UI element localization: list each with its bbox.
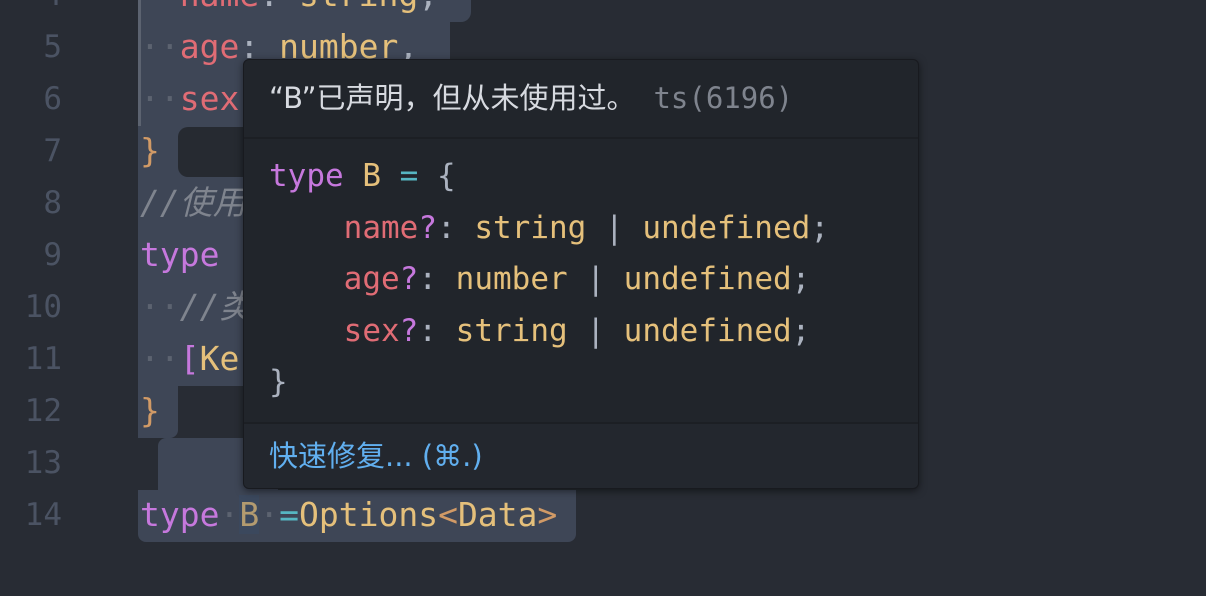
unused-identifier[interactable]: B <box>239 495 260 534</box>
code-line-9[interactable]: type <box>140 229 219 281</box>
line-number: 14 <box>24 497 62 533</box>
field-row: age?: number | undefined; <box>343 261 811 297</box>
line-number-gutter: 4 5 6 7 8 9 10 11 12 13 14 <box>0 0 138 596</box>
line-number: 13 <box>24 445 62 481</box>
code-line-7[interactable]: } <box>140 125 160 177</box>
diagnostic-message: “B”已声明，但从未使用过。 ts(6196) <box>244 60 918 139</box>
code-line-12[interactable]: } <box>140 385 160 437</box>
code-line-11[interactable]: ··[Ke <box>140 333 239 385</box>
line-number: 5 <box>43 29 62 65</box>
diagnostic-code: ts(6196) <box>653 81 794 115</box>
quick-fix-link[interactable]: 快速修复... (⌘.) <box>244 422 918 488</box>
code-line-8[interactable]: //使用 <box>140 177 246 229</box>
code-line-4[interactable]: ··name: string, <box>140 0 438 21</box>
code-line-10[interactable]: ··//类 <box>140 281 253 333</box>
line-number: 8 <box>43 185 62 221</box>
field-row: sex?: string | undefined; <box>343 312 811 349</box>
line-number: 9 <box>43 237 62 273</box>
field-row: name?: string | undefined; <box>343 209 829 246</box>
line-number: 12 <box>24 393 62 429</box>
line-number: 11 <box>24 341 62 377</box>
line-number: 7 <box>43 133 62 169</box>
line-number: 6 <box>43 81 62 117</box>
line-number: 4 <box>0 0 62 21</box>
line-number: 10 <box>24 289 62 325</box>
hover-popup: “B”已声明，但从未使用过。 ts(6196) type B = { name?:… <box>243 59 919 489</box>
code-line-6[interactable]: ··sex <box>140 73 239 125</box>
type-definition: type B = { name?: string | undefined; ag… <box>244 139 918 423</box>
code-line-14[interactable]: type·B·=Options<Data> <box>140 489 557 541</box>
